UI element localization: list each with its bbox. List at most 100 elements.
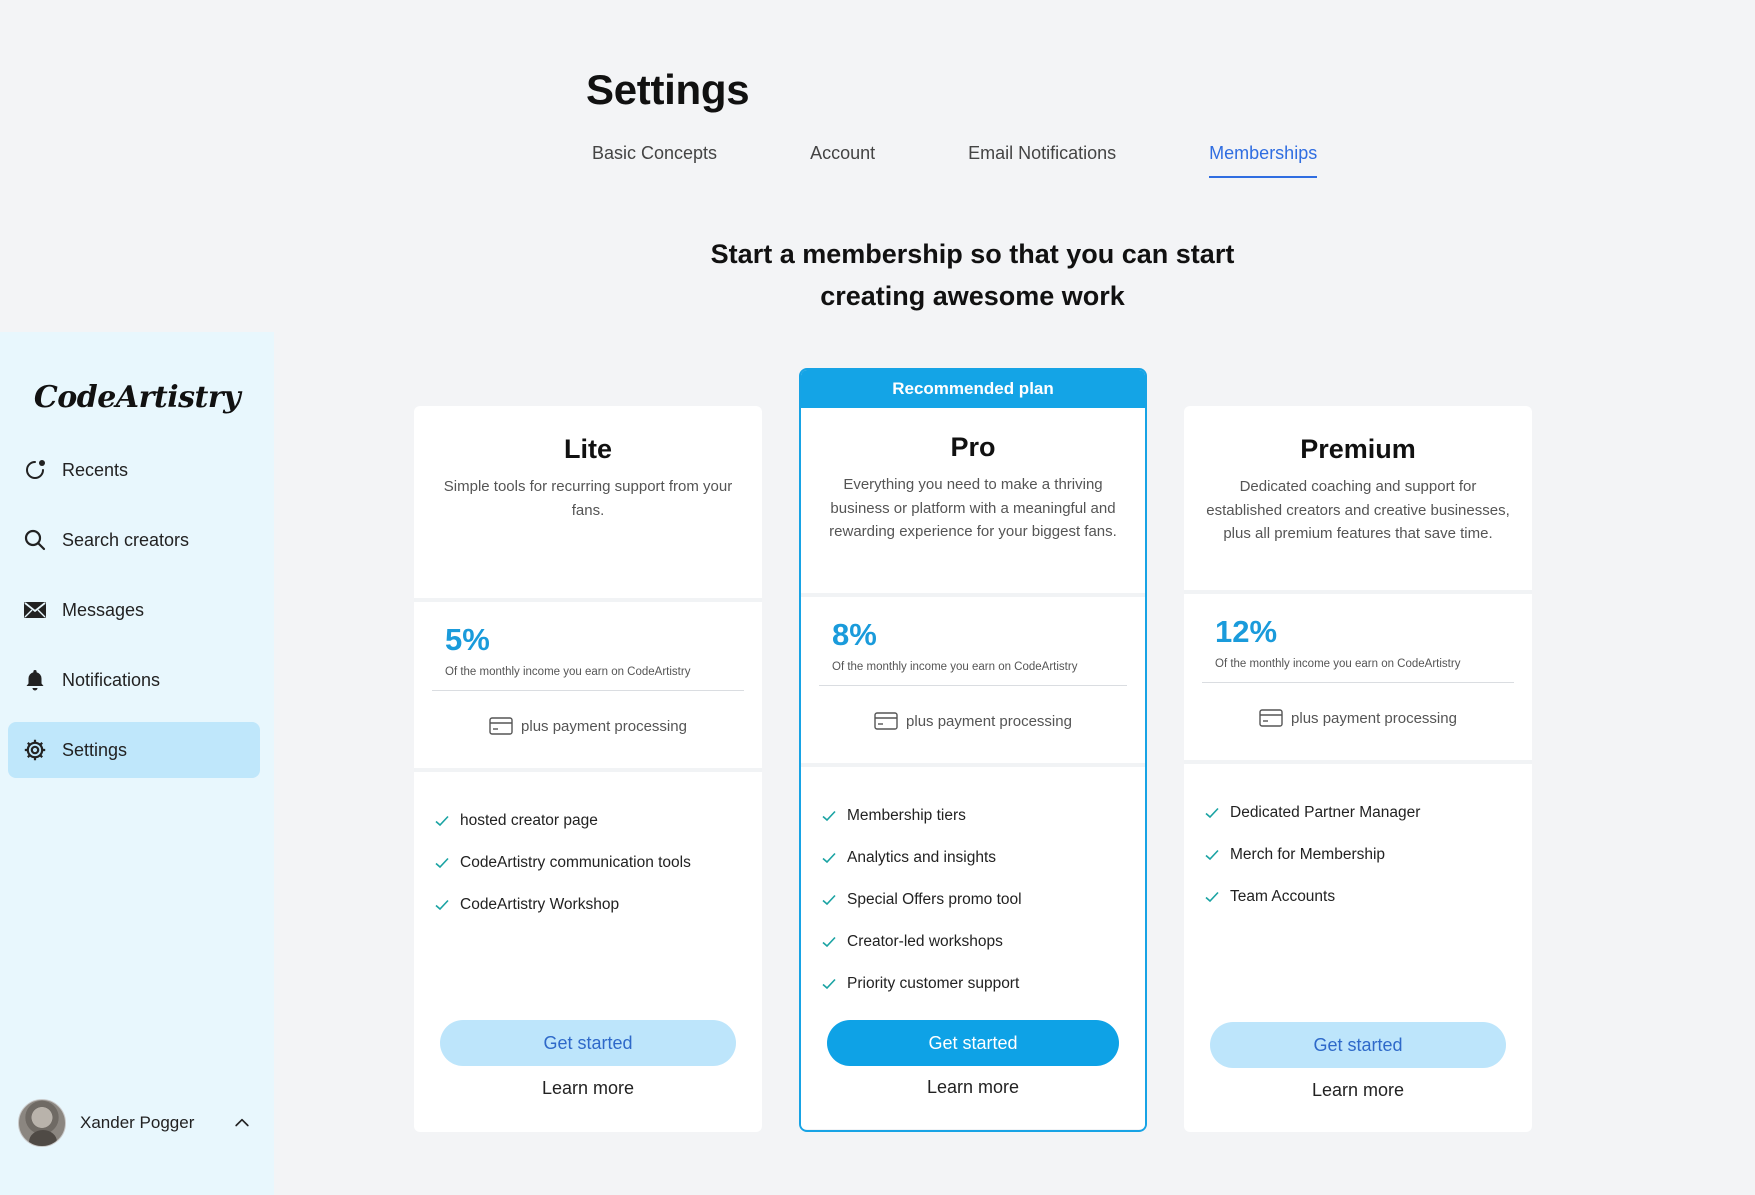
check-icon xyxy=(822,978,836,990)
sidebar-item-messages[interactable]: Messages xyxy=(8,582,260,638)
feature-label: CodeArtistry communication tools xyxy=(460,854,691,871)
plan-name: Pro xyxy=(950,432,996,462)
feature-item: Creator-led workshops xyxy=(821,921,1125,963)
sidebar-item-label: Messages xyxy=(62,599,145,620)
credit-card-icon xyxy=(1259,709,1283,727)
feature-label: Membership tiers xyxy=(847,807,966,824)
get-started-button[interactable]: Get started xyxy=(1210,1022,1506,1068)
check-icon xyxy=(1205,807,1219,819)
feature-label: Merch for Membership xyxy=(1230,846,1386,863)
sidebar-item-recents[interactable]: Recents xyxy=(8,442,260,498)
plan-pricing: 12% Of the monthly income you earn on Co… xyxy=(1184,594,1532,760)
check-icon xyxy=(435,815,449,827)
feature-label: Dedicated Partner Manager xyxy=(1230,804,1421,821)
user-menu[interactable]: Xander Pogger xyxy=(18,1097,254,1149)
plan-features: Dedicated Partner Manager Merch for Memb… xyxy=(1184,764,1532,1132)
check-icon xyxy=(822,894,836,906)
feature-item: CodeArtistry communication tools xyxy=(434,842,742,884)
get-started-button[interactable]: Get started xyxy=(827,1020,1119,1066)
plan-card-lite: Lite Simple tools for recurring support … xyxy=(414,406,762,1132)
gear-icon xyxy=(22,737,48,763)
memberships-headline: Start a membership so that you can start… xyxy=(600,233,1345,317)
app-logo[interactable]: CodeArtistry xyxy=(0,380,274,415)
plan-card-pro: Recommended plan Pro Everything you need… xyxy=(799,368,1147,1132)
feature-item: Membership tiers xyxy=(821,795,1125,837)
feature-item: Dedicated Partner Manager xyxy=(1204,792,1512,834)
plan-description: Dedicated coaching and support for estab… xyxy=(1206,478,1510,542)
plan-header: Lite Simple tools for recurring support … xyxy=(414,406,762,598)
plan-features: Membership tiers Analytics and insights … xyxy=(801,767,1145,1129)
payment-processing-label: plus payment processing xyxy=(1291,709,1457,727)
payment-processing: plus payment processing xyxy=(432,691,744,761)
plan-pricing: 5% Of the monthly income you earn on Cod… xyxy=(414,602,762,768)
payment-processing: plus payment processing xyxy=(819,686,1127,756)
sidebar-item-notifications[interactable]: Notifications xyxy=(8,652,260,708)
feature-label: Special Offers promo tool xyxy=(847,891,1022,908)
bell-icon xyxy=(22,667,48,693)
settings-tabs: Basic Concepts Account Email Notificatio… xyxy=(592,143,1410,178)
feature-item: Team Accounts xyxy=(1204,876,1512,918)
learn-more-link[interactable]: Learn more xyxy=(1184,1080,1532,1101)
plan-name: Premium xyxy=(1300,434,1416,464)
plan-description: Everything you need to make a thriving b… xyxy=(829,476,1117,540)
plan-features: hosted creator page CodeArtistry communi… xyxy=(414,772,762,1132)
check-icon xyxy=(1205,891,1219,903)
sidebar: CodeArtistry Recents Search creators Mes… xyxy=(0,332,274,1195)
plan-percent-note: Of the monthly income you earn on CodeAr… xyxy=(1215,658,1461,670)
get-started-button[interactable]: Get started xyxy=(440,1020,736,1066)
sidebar-item-label: Recents xyxy=(62,459,129,480)
chevron-up-icon[interactable] xyxy=(230,1111,254,1135)
tab-account[interactable]: Account xyxy=(810,143,875,178)
feature-label: Priority customer support xyxy=(847,975,1020,992)
feature-item: Merch for Membership xyxy=(1204,834,1512,876)
feature-label: Analytics and insights xyxy=(847,849,997,866)
headline-line: creating awesome work xyxy=(820,281,1125,311)
avatar xyxy=(18,1099,66,1147)
sidebar-item-label: Notifications xyxy=(62,669,161,690)
plan-header: Premium Dedicated coaching and support f… xyxy=(1184,406,1532,590)
headline-line: Start a membership so that you can start xyxy=(710,239,1235,269)
check-icon xyxy=(822,936,836,948)
check-icon xyxy=(435,899,449,911)
plan-card-premium: Premium Dedicated coaching and support f… xyxy=(1184,406,1532,1132)
payment-processing: plus payment processing xyxy=(1202,683,1514,753)
sidebar-item-label: Settings xyxy=(62,739,128,760)
plan-percent: 8% xyxy=(832,617,877,652)
feature-label: CodeArtistry Workshop xyxy=(460,896,620,913)
tab-memberships[interactable]: Memberships xyxy=(1209,143,1318,178)
check-icon xyxy=(1205,849,1219,861)
plan-header: Pro Everything you need to make a thrivi… xyxy=(801,408,1145,593)
feature-label: hosted creator page xyxy=(460,812,598,829)
credit-card-icon xyxy=(489,717,513,735)
plan-percent-note: Of the monthly income you earn on CodeAr… xyxy=(832,661,1078,673)
feature-item: Priority customer support xyxy=(821,963,1125,1005)
user-name: Xander Pogger xyxy=(80,1113,195,1132)
plan-pricing: 8% Of the monthly income you earn on Cod… xyxy=(801,597,1145,763)
feature-item: hosted creator page xyxy=(434,800,742,842)
sidebar-nav: Recents Search creators Messages Notific… xyxy=(8,442,260,792)
check-icon xyxy=(435,857,449,869)
recommended-badge: Recommended plan xyxy=(801,370,1145,408)
feature-label: Creator-led workshops xyxy=(847,933,1003,950)
page-title: Settings xyxy=(586,66,750,113)
tab-basic-concepts[interactable]: Basic Concepts xyxy=(592,143,717,178)
payment-processing-label: plus payment processing xyxy=(521,717,687,735)
mail-icon xyxy=(22,597,48,623)
feature-item: Analytics and insights xyxy=(821,837,1125,879)
sidebar-item-search-creators[interactable]: Search creators xyxy=(8,512,260,568)
tab-email-notifications[interactable]: Email Notifications xyxy=(968,143,1116,178)
sidebar-item-settings[interactable]: Settings xyxy=(8,722,260,778)
sidebar-item-label: Search creators xyxy=(62,529,190,550)
feature-item: CodeArtistry Workshop xyxy=(434,884,742,926)
plan-description: Simple tools for recurring support from … xyxy=(443,478,733,519)
check-icon xyxy=(822,810,836,822)
check-icon xyxy=(822,852,836,864)
plan-percent: 12% xyxy=(1215,614,1278,649)
search-icon xyxy=(22,527,48,553)
learn-more-link[interactable]: Learn more xyxy=(414,1078,762,1099)
payment-processing-label: plus payment processing xyxy=(906,712,1072,730)
plan-percent-note: Of the monthly income you earn on CodeAr… xyxy=(445,666,691,678)
learn-more-link[interactable]: Learn more xyxy=(801,1077,1145,1098)
plan-name: Lite xyxy=(563,434,612,464)
credit-card-icon xyxy=(874,712,898,730)
